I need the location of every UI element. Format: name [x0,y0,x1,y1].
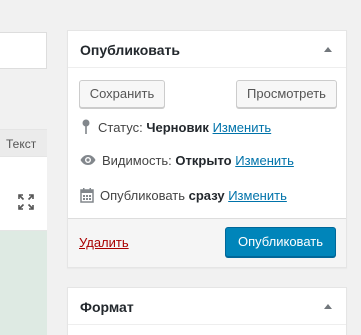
edit-visibility-link[interactable]: Изменить [235,153,294,168]
status-label: Статус: [98,119,143,135]
tab-text[interactable]: Текст [0,130,47,157]
visibility-row: Видимость: Открыто Изменить [80,153,294,169]
preview-button[interactable]: Просмотреть [236,80,337,108]
post-title-input[interactable] [0,32,47,69]
status-value: Черновик [146,119,209,135]
publish-box: Опубликовать Сохранить Просмотреть Стату… [67,30,347,268]
editor-toolbar [0,157,47,231]
schedule-row: Опубликовать сразу Изменить [80,187,287,206]
eye-icon [80,154,96,169]
edit-status-link[interactable]: Изменить [213,120,272,135]
publish-box-title: Опубликовать [80,42,180,58]
move-to-trash-link[interactable]: Удалить [79,235,129,250]
schedule-label: Опубликовать [100,187,186,203]
calendar-icon [80,187,94,206]
major-publishing-actions: Удалить Опубликовать [68,218,346,267]
post-status-row: Статус: Черновик Изменить [80,119,271,138]
visibility-label: Видимость: [102,153,172,168]
format-box-title: Формат [80,299,134,315]
publish-box-header[interactable]: Опубликовать [68,31,346,68]
fullscreen-icon[interactable] [18,194,34,210]
collapse-toggle-icon[interactable] [324,304,332,309]
edit-schedule-link[interactable]: Изменить [228,188,287,203]
publish-button[interactable]: Опубликовать [225,227,336,257]
pin-icon [80,119,92,138]
save-draft-button[interactable]: Сохранить [79,80,165,108]
schedule-value: сразу [188,187,225,203]
collapse-toggle-icon[interactable] [324,47,332,52]
visibility-value: Открыто [175,153,232,168]
edit-post-screen: Текст Опубликовать Сохранить Просмотреть [0,0,361,335]
editor-content-area[interactable] [0,231,47,335]
format-box: Формат [67,287,347,335]
post-editor: Текст [0,129,47,335]
format-box-header[interactable]: Формат [68,288,346,325]
